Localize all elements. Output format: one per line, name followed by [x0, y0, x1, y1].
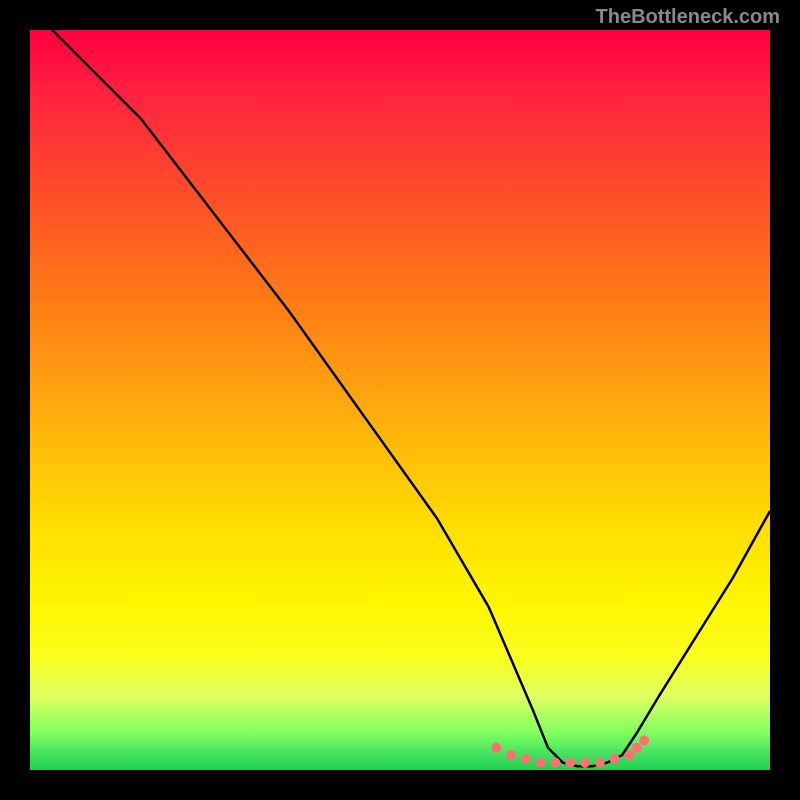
- marker-dot: [506, 750, 516, 760]
- marker-dot: [595, 758, 605, 768]
- marker-dot: [624, 750, 634, 760]
- curve-line: [52, 30, 770, 766]
- marker-dot: [536, 758, 546, 768]
- marker-dot: [521, 754, 531, 764]
- bottleneck-chart: [30, 30, 770, 770]
- marker-dot: [580, 758, 590, 768]
- watermark-text: TheBottleneck.com: [596, 6, 780, 29]
- marker-dot: [491, 743, 501, 753]
- marker-dot: [565, 758, 575, 768]
- marker-dot: [639, 735, 649, 745]
- marker-dot: [632, 743, 642, 753]
- marker-dot: [550, 758, 560, 768]
- marker-dot: [610, 754, 620, 764]
